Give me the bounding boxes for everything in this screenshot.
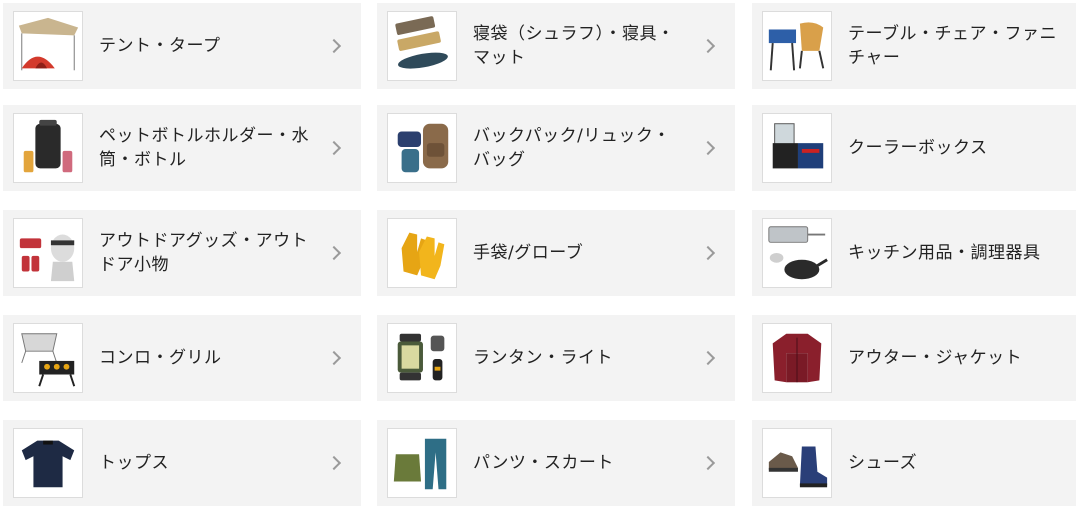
chevron-right-icon [700,455,716,471]
category-card-bottle[interactable]: ペットボトルホルダー・水筒・ボトル [3,105,361,191]
chevron-right-icon [326,140,342,156]
category-label: ランタン・ライト [473,348,613,368]
category-label: テーブル・チェア・ファニチャー [848,24,1057,68]
chevron-right-icon [326,245,342,261]
jacket-icon [762,323,832,393]
table-chair-icon [762,11,832,81]
outdoor-goods-icon [13,218,83,288]
cookware-icon [762,218,832,288]
category-label: アウトドアグッズ・アウトドア小物 [99,231,309,275]
category-card-backpack[interactable]: バックパック/リュック・バッグ [377,105,735,191]
chevron-right-icon [700,350,716,366]
category-card-table-chair[interactable]: テーブル・チェア・ファニチャー [752,3,1076,89]
shoes-icon [762,428,832,498]
backpack-icon [387,113,457,183]
bottle-icon [13,113,83,183]
category-label: クーラーボックス [848,138,988,158]
category-card-sleeping-bag[interactable]: 寝袋（シュラフ）・寝具・マット [377,3,735,89]
category-card-outdoor-goods[interactable]: アウトドアグッズ・アウトドア小物 [3,210,361,296]
category-card-cookware[interactable]: キッチン用品・調理器具 [752,210,1076,296]
category-label: トップス [99,453,169,473]
chevron-right-icon [700,140,716,156]
tent-icon [13,11,83,81]
category-card-cooler-box[interactable]: クーラーボックス [752,105,1076,191]
chevron-right-icon [700,245,716,261]
chevron-right-icon [326,455,342,471]
category-card-grill[interactable]: コンロ・グリル [3,315,361,401]
category-label: キッチン用品・調理器具 [848,243,1041,263]
grill-icon [13,323,83,393]
chevron-right-icon [326,350,342,366]
category-label: 手袋/グローブ [473,243,584,263]
sleeping-bag-icon [387,11,457,81]
category-label: ペットボトルホルダー・水筒・ボトル [99,126,309,170]
category-card-pants[interactable]: パンツ・スカート [377,420,735,506]
category-label: シューズ [848,453,918,473]
category-card-tops[interactable]: トップス [3,420,361,506]
category-label: アウター・ジャケット [848,348,1023,368]
category-label: テント・タープ [99,36,221,56]
category-card-tent[interactable]: テント・タープ [3,3,361,89]
gloves-icon [387,218,457,288]
category-card-lantern[interactable]: ランタン・ライト [377,315,735,401]
chevron-right-icon [326,38,342,54]
category-label: バックパック/リュック・バッグ [473,126,671,170]
lantern-icon [387,323,457,393]
category-grid: テント・タープ 寝袋（シュラフ）・寝具・マット テーブル・チェア・ファニチャー [0,0,1076,523]
category-label: 寝袋（シュラフ）・寝具・マット [473,24,675,68]
category-card-jacket[interactable]: アウター・ジャケット [752,315,1076,401]
cooler-box-icon [762,113,832,183]
category-card-shoes[interactable]: シューズ [752,420,1076,506]
pants-icon [387,428,457,498]
category-label: コンロ・グリル [99,348,222,368]
category-label: パンツ・スカート [473,453,614,473]
chevron-right-icon [700,38,716,54]
category-card-gloves[interactable]: 手袋/グローブ [377,210,735,296]
tops-icon [13,428,83,498]
